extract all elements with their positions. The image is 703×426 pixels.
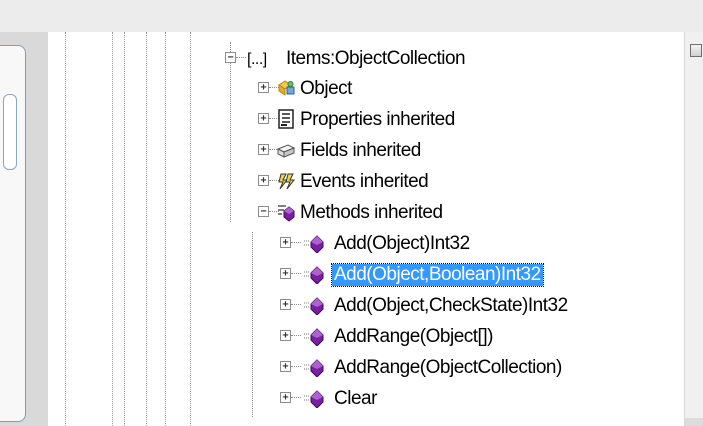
vertical-scrollbar[interactable]	[684, 32, 703, 426]
expand-toggle[interactable]: +	[280, 268, 291, 279]
tree-node-method[interactable]: + Clear	[280, 386, 680, 412]
scroll-track-bottom	[685, 418, 703, 426]
tree-guide-line	[146, 32, 147, 426]
collapse-toggle[interactable]: −	[258, 206, 269, 217]
method-icon	[304, 390, 324, 408]
tree-connector	[291, 242, 301, 243]
expand-toggle[interactable]: +	[258, 82, 269, 93]
node-label: Methods inherited	[300, 202, 443, 223]
tree-node-events[interactable]: + Events inherited	[258, 169, 678, 195]
tree-guide-line	[124, 32, 125, 426]
method-icon	[304, 235, 324, 253]
expand-toggle[interactable]: +	[280, 237, 291, 248]
tree-node-method[interactable]: + Add(Object)Int32	[280, 231, 680, 257]
tree-connector	[291, 366, 301, 367]
tree-node-properties[interactable]: + Properties inherited	[258, 107, 678, 133]
node-label: Object	[300, 78, 352, 99]
method-label: AddRange(ObjectCollection)	[334, 357, 562, 378]
tree-guide-line	[190, 32, 191, 426]
tree-guide-line	[112, 32, 113, 426]
left-side-panel[interactable]	[0, 45, 26, 422]
fields-icon	[276, 144, 296, 158]
tree-node-method[interactable]: + AddRange(Object[])	[280, 324, 680, 350]
expand-toggle[interactable]: +	[258, 175, 269, 186]
tree-connector	[291, 304, 301, 305]
root-label: Items:ObjectCollection	[286, 48, 466, 69]
expand-toggle[interactable]: +	[280, 330, 291, 341]
node-label: Fields inherited	[300, 140, 421, 161]
method-label: AddRange(Object[])	[334, 326, 493, 347]
expand-toggle[interactable]: +	[280, 392, 291, 403]
object-type-icon	[278, 80, 295, 96]
scroll-thumb[interactable]	[690, 44, 702, 57]
method-icon	[304, 328, 324, 346]
tree-node-method[interactable]: + AddRange(ObjectCollection)	[280, 355, 680, 381]
node-label: Properties inherited	[300, 109, 455, 130]
left-panel-tab[interactable]	[3, 94, 17, 170]
tree-node-method[interactable]: + Add(Object,Boolean)Int32	[280, 262, 680, 288]
tree-guide-line	[65, 32, 66, 426]
object-tree-view[interactable]: − [...] Items:ObjectCollection + Object …	[48, 32, 684, 426]
tree-node-method[interactable]: + Add(Object,CheckState)Int32	[280, 293, 680, 319]
tree-connector	[291, 273, 301, 274]
method-icon	[304, 266, 324, 284]
expand-toggle[interactable]: +	[280, 299, 291, 310]
node-label: Events inherited	[300, 171, 429, 192]
method-label-selected: Add(Object,Boolean)Int32	[331, 263, 544, 287]
method-label: Clear	[334, 388, 377, 409]
method-label: Add(Object,CheckState)Int32	[334, 295, 568, 316]
expand-toggle[interactable]: +	[258, 144, 269, 155]
expand-toggle[interactable]: +	[258, 113, 269, 124]
collapse-toggle[interactable]: −	[225, 52, 236, 63]
root-bracket: [...]	[247, 51, 267, 68]
properties-icon	[278, 109, 294, 129]
tree-node-root[interactable]: − [...] Items:ObjectCollection	[225, 46, 665, 72]
methods-icon	[278, 205, 295, 222]
tree-connector	[291, 335, 301, 336]
tree-connector	[291, 397, 301, 398]
tree-connector-line	[252, 232, 253, 417]
events-icon	[278, 173, 296, 190]
tree-node-methods[interactable]: − Methods inherited	[258, 200, 678, 226]
tree-node-object[interactable]: + Object	[258, 76, 678, 102]
top-toolbar-area	[0, 0, 703, 32]
expand-toggle[interactable]: +	[280, 361, 291, 372]
method-icon	[304, 359, 324, 377]
method-label: Add(Object)Int32	[334, 233, 470, 254]
tree-guide-line	[165, 32, 166, 426]
tree-node-fields[interactable]: + Fields inherited	[258, 138, 678, 164]
method-icon	[304, 297, 324, 315]
